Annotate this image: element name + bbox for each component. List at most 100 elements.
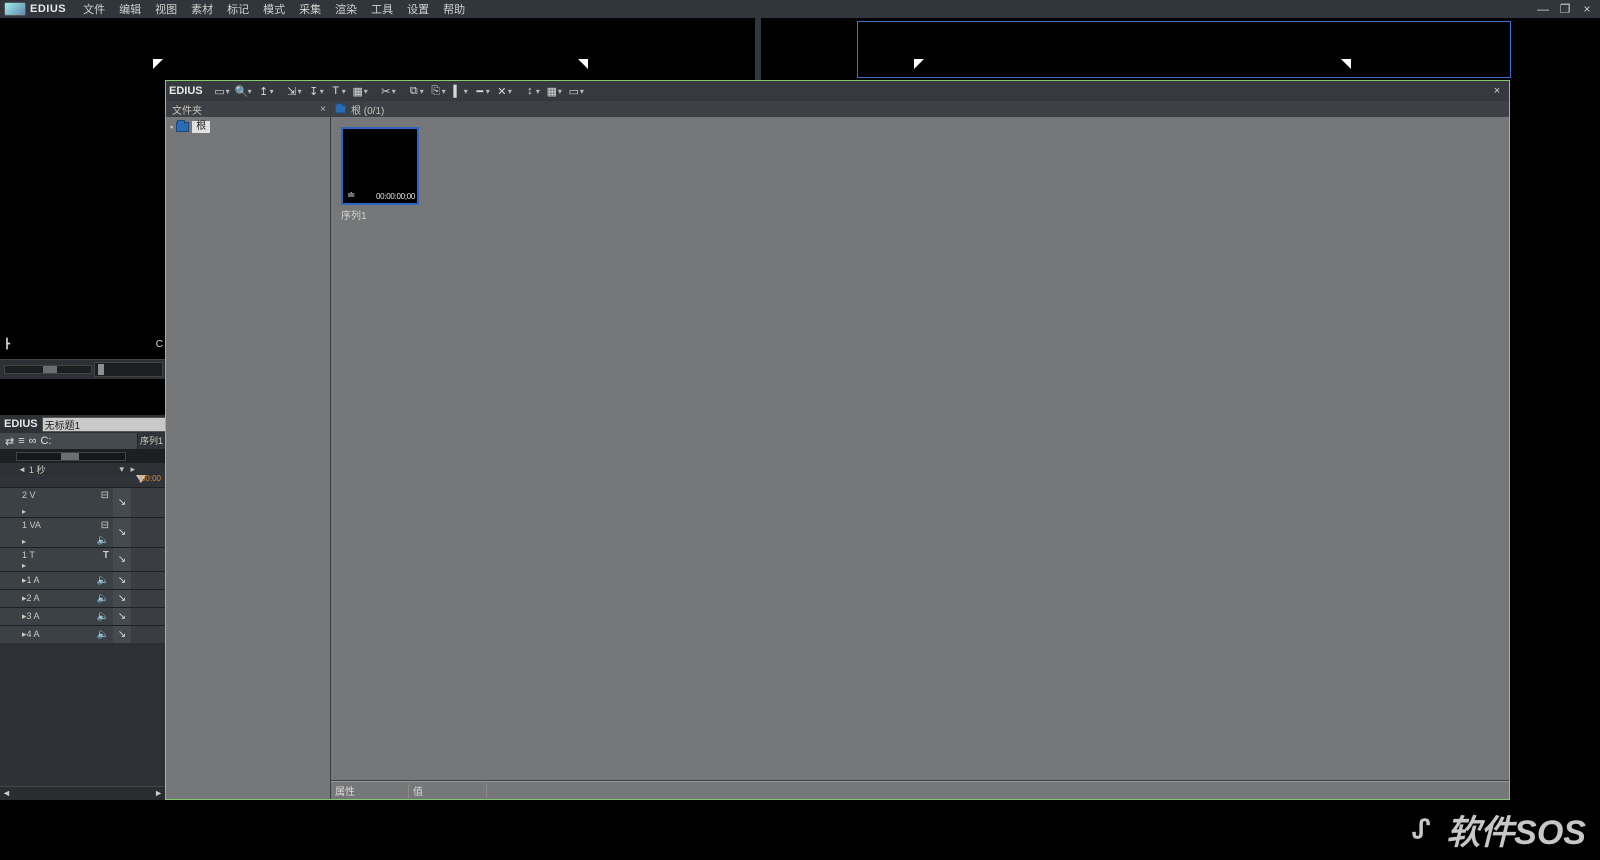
jog-slider[interactable] bbox=[94, 362, 163, 377]
track-patch-button[interactable]: ↘ bbox=[113, 590, 131, 607]
track-▸1A[interactable]: ▸1 A🔈↘ bbox=[0, 571, 165, 589]
chevron-right-icon[interactable]: ▸ bbox=[22, 507, 26, 516]
chevron-down-icon[interactable]: ▾ bbox=[464, 87, 468, 96]
chevron-down-icon[interactable]: ▾ bbox=[580, 87, 584, 96]
tool-link-icon[interactable]: ∞ bbox=[29, 435, 37, 447]
chevron-down-icon[interactable]: ▾ bbox=[508, 87, 512, 96]
window-minimize-button[interactable]: — bbox=[1536, 2, 1550, 16]
menu-模式[interactable]: 模式 bbox=[263, 1, 285, 17]
tool-c-icon[interactable]: C: bbox=[40, 435, 51, 447]
chevron-right-icon[interactable]: ▸ bbox=[22, 537, 26, 546]
source-monitor[interactable] bbox=[0, 18, 755, 80]
track-header[interactable]: ▸2 A🔈 bbox=[0, 590, 113, 607]
project-name-input[interactable] bbox=[42, 417, 180, 432]
bin-close-button[interactable]: × bbox=[1488, 83, 1506, 99]
chevron-down-icon[interactable]: ▾ bbox=[392, 87, 396, 96]
track-2V[interactable]: 2 V▸⊟↘ bbox=[0, 487, 165, 517]
sequence-tab[interactable]: 序列1 bbox=[137, 433, 165, 449]
mark-out-icon bbox=[1341, 59, 1351, 69]
menu-视图[interactable]: 视图 bbox=[155, 1, 177, 17]
chevron-down-icon[interactable]: ▾ bbox=[226, 87, 230, 96]
clip-item[interactable]: ≐ 00:00:00;00 序列1 bbox=[341, 127, 421, 222]
track-patch-button[interactable]: ↘ bbox=[113, 626, 131, 643]
folder-tab-close-icon[interactable]: × bbox=[320, 104, 326, 115]
chevron-down-icon[interactable]: ▾ bbox=[342, 87, 346, 96]
prop-col-attr[interactable]: 属性 bbox=[331, 783, 409, 798]
window-close-button[interactable]: × bbox=[1580, 2, 1594, 16]
tree-collapse-icon[interactable]: ▪ bbox=[170, 122, 173, 132]
track-lane[interactable] bbox=[131, 572, 165, 589]
player-area[interactable]: ┣ C bbox=[0, 80, 165, 360]
track-right-icon[interactable]: 🔈 bbox=[97, 593, 109, 604]
track-patch-button[interactable]: ↘ bbox=[113, 608, 131, 625]
chevron-down-icon[interactable]: ▾ bbox=[558, 87, 562, 96]
chevron-down-icon[interactable]: ▾ bbox=[298, 87, 302, 96]
menu-文件[interactable]: 文件 bbox=[83, 1, 105, 17]
menu-采集[interactable]: 采集 bbox=[299, 1, 321, 17]
track-lane[interactable] bbox=[131, 608, 165, 625]
timeline-scrollbar[interactable]: ◄► bbox=[0, 786, 165, 800]
track-lane[interactable] bbox=[131, 590, 165, 607]
bin-content-area[interactable]: ≐ 00:00:00;00 序列1 bbox=[331, 117, 1509, 781]
chevron-down-icon[interactable]: ▾ bbox=[248, 87, 252, 96]
chevron-down-icon[interactable]: ▾ bbox=[320, 87, 324, 96]
chevron-down-icon[interactable]: ▾ bbox=[442, 87, 446, 96]
menu-帮助[interactable]: 帮助 bbox=[443, 1, 465, 17]
track-right-icon[interactable]: ⊟ bbox=[101, 520, 109, 531]
chevron-down-icon[interactable]: ▾ bbox=[486, 87, 490, 96]
folder-tab[interactable]: 文件夹 × bbox=[166, 101, 330, 117]
track-▸4A[interactable]: ▸4 A🔈↘ bbox=[0, 625, 165, 643]
menu-设置[interactable]: 设置 bbox=[407, 1, 429, 17]
track-right-icon[interactable]: T bbox=[103, 550, 109, 561]
track-▸2A[interactable]: ▸2 A🔈↘ bbox=[0, 589, 165, 607]
track-lane[interactable] bbox=[131, 518, 165, 547]
track-header[interactable]: 1 T▸T bbox=[0, 548, 113, 571]
track-header[interactable]: 2 V▸⊟ bbox=[0, 488, 113, 517]
folder-root[interactable]: ▪ 根 bbox=[170, 121, 326, 133]
menu-渲染[interactable]: 渲染 bbox=[335, 1, 357, 17]
track-right-icon[interactable]: 🔈 bbox=[97, 629, 109, 640]
track-patch-button[interactable]: ↘ bbox=[113, 488, 131, 517]
track-header[interactable]: ▸3 A🔈 bbox=[0, 608, 113, 625]
track-lane[interactable] bbox=[131, 488, 165, 517]
track-right-icon[interactable]: ⊟ bbox=[101, 490, 109, 501]
program-monitor[interactable] bbox=[761, 18, 1600, 80]
chevron-down-icon[interactable]: ▾ bbox=[364, 87, 368, 96]
chevron-down-icon[interactable]: ▾ bbox=[536, 87, 540, 96]
mark-in-icon bbox=[153, 59, 163, 69]
track-right-icon[interactable]: 🔈 bbox=[97, 611, 109, 622]
track-1VA[interactable]: 1 VA▸⊟🔈↘ bbox=[0, 517, 165, 547]
track-lane[interactable] bbox=[131, 626, 165, 643]
window-maximize-button[interactable]: ❐ bbox=[1558, 2, 1572, 16]
track-right-icon[interactable]: 🔈 bbox=[97, 575, 109, 586]
track-header[interactable]: 1 VA▸⊟🔈 bbox=[0, 518, 113, 547]
track-▸3A[interactable]: ▸3 A🔈↘ bbox=[0, 607, 165, 625]
chevron-down-icon[interactable]: ▾ bbox=[420, 87, 424, 96]
track-patch-button[interactable]: ↘ bbox=[113, 572, 131, 589]
timeline-ruler[interactable]: |00:00 bbox=[0, 475, 165, 487]
bin-content-tab[interactable]: 根 (0/1) bbox=[331, 101, 1509, 117]
track-patch-button[interactable]: ↘ bbox=[113, 518, 131, 547]
chevron-down-icon[interactable]: ▾ bbox=[270, 87, 274, 96]
track-mute-icon[interactable]: 🔈 bbox=[97, 535, 109, 546]
shuttle-slider[interactable] bbox=[4, 365, 92, 374]
timeline-scale bbox=[0, 449, 165, 463]
track-1T[interactable]: 1 T▸T↘ bbox=[0, 547, 165, 571]
prop-col-val[interactable]: 值 bbox=[409, 783, 487, 798]
menu-编辑[interactable]: 编辑 bbox=[119, 1, 141, 17]
folder-tree[interactable]: ▪ 根 bbox=[166, 117, 330, 137]
mark-in-icon bbox=[914, 59, 924, 69]
scale-slider[interactable] bbox=[16, 452, 126, 461]
menu-素材[interactable]: 素材 bbox=[191, 1, 213, 17]
track-lane[interactable] bbox=[131, 548, 165, 571]
menu-标记[interactable]: 标记 bbox=[227, 1, 249, 17]
track-patch-button[interactable]: ↘ bbox=[113, 548, 131, 571]
track-header[interactable]: ▸4 A🔈 bbox=[0, 626, 113, 643]
track-header[interactable]: ▸1 A🔈 bbox=[0, 572, 113, 589]
menu-工具[interactable]: 工具 bbox=[371, 1, 393, 17]
clip-thumbnail[interactable]: ≐ 00:00:00;00 bbox=[341, 127, 419, 205]
tool-b-icon[interactable]: ≡ bbox=[18, 435, 24, 447]
watermark-icon: ᔑ bbox=[1404, 813, 1438, 847]
chevron-right-icon[interactable]: ▸ bbox=[22, 561, 26, 570]
tool-a-icon[interactable]: ⇄ bbox=[5, 435, 14, 448]
